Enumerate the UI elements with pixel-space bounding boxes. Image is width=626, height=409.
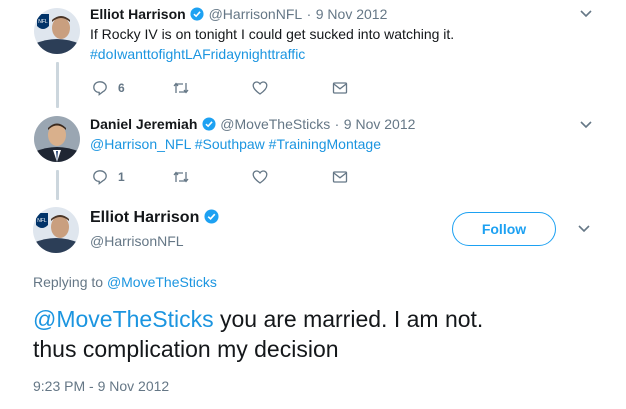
reply-count: 6 [118,81,125,95]
tweet-date[interactable]: 9 Nov 2012 [344,116,416,132]
tweet-text: @Harrison_NFL #Southpaw #TrainingMontage [90,135,381,154]
like-icon [252,169,268,185]
replying-to: Replying to @MoveTheSticks [33,274,217,290]
tweet-date[interactable]: 9 Nov 2012 [316,6,388,22]
svg-text:NFL: NFL [37,218,47,224]
author-handle[interactable]: @HarrisonNFL [209,6,303,22]
dot-separator: · [334,116,340,132]
like-button[interactable] [252,80,268,96]
thread-line [56,62,59,108]
retweet-icon [172,80,190,96]
tweet-header: Elliot Harrison @HarrisonNFL · 9 Nov 201… [90,6,387,26]
thread-line [56,170,59,200]
reply-button[interactable]: 6 [92,80,125,96]
main-tweet-text: @MoveTheSticks you are married. I am not… [33,304,483,364]
author-name[interactable]: Elliot Harrison [90,209,199,226]
avatar[interactable]: NFL [34,8,80,54]
author-name[interactable]: Elliot Harrison [90,6,186,22]
tweet-text-line: thus complication my decision [33,336,339,362]
reply-count: 1 [118,170,125,184]
author-handle[interactable]: @MoveTheSticks [220,116,330,132]
tweet-text-line: you are married. I am not. [219,306,484,332]
mention-link[interactable]: @Harrison_NFL [90,136,191,152]
author-handle[interactable]: @HarrisonNFL [90,233,184,249]
message-button[interactable] [332,169,348,185]
chevron-down-icon[interactable] [580,10,592,18]
like-button[interactable] [252,169,268,185]
avatar[interactable]: NFL [33,207,79,253]
svg-text:NFL: NFL [38,19,48,25]
verified-icon [204,209,219,229]
reply-icon [92,80,108,96]
hashtag-link[interactable]: #doIwanttofightLAFridaynighttraffic [90,45,305,64]
verified-icon [190,7,204,26]
author-name[interactable]: Daniel Jeremiah [90,116,197,132]
retweet-button[interactable] [172,169,190,185]
chevron-down-icon[interactable] [580,121,592,129]
verified-icon [202,117,216,136]
reply-button[interactable]: 1 [92,169,125,185]
replying-to-handle[interactable]: @MoveTheSticks [107,274,217,290]
message-button[interactable] [332,80,348,96]
like-icon [252,80,268,96]
main-author: Elliot Harrison [90,209,219,229]
message-icon [332,169,348,185]
reply-icon [92,169,108,185]
follow-button[interactable]: Follow [452,212,556,246]
replying-to-label: Replying to [33,274,104,290]
hashtag-link[interactable]: #Southpaw #TrainingMontage [195,136,381,152]
retweet-button[interactable] [172,80,190,96]
mention-link[interactable]: @MoveTheSticks [33,306,214,332]
tweet-header: Daniel Jeremiah @MoveTheSticks · 9 Nov 2… [90,116,415,136]
tweet-timestamp[interactable]: 9:23 PM - 9 Nov 2012 [33,378,169,394]
chevron-down-icon[interactable] [578,225,590,233]
avatar[interactable] [34,116,80,162]
dot-separator: · [306,6,312,22]
retweet-icon [172,169,190,185]
tweet-text: If Rocky IV is on tonight I could get su… [90,26,455,42]
message-icon [332,80,348,96]
